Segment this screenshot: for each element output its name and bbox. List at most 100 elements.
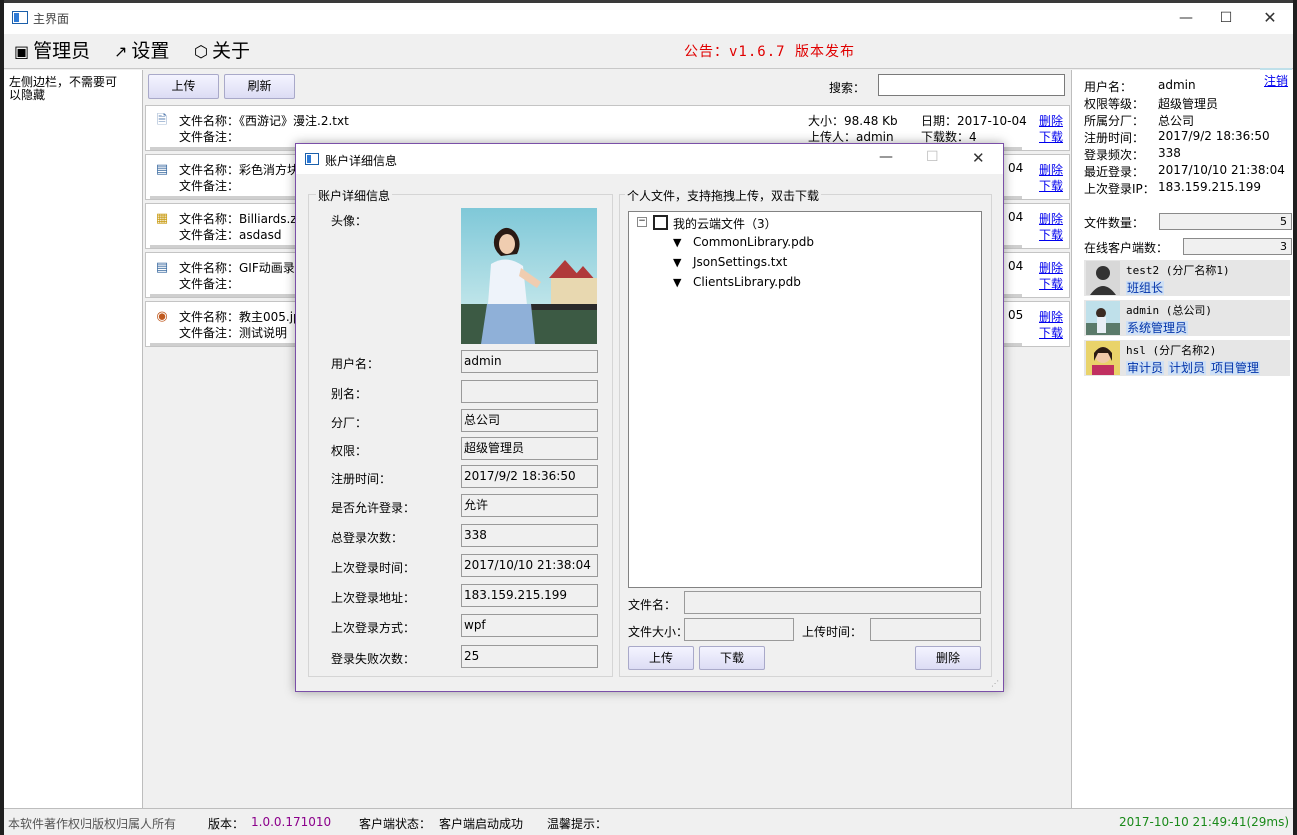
- online-user-card[interactable]: admin (总公司) 系统管理员: [1084, 300, 1290, 336]
- text-file-icon: 🗎: [156, 113, 168, 128]
- account-label: 注册时间：: [1084, 131, 1145, 145]
- role-badge: 班组长: [1126, 281, 1165, 295]
- online-user-card[interactable]: hsl (分厂名称2) 审计员 计划员 项目管理: [1084, 340, 1290, 376]
- file-note: 文件备注：: [179, 179, 240, 193]
- announcement: 公告：v1.6.7 版本发布: [684, 44, 856, 60]
- role-badge: 项目管理: [1210, 361, 1261, 375]
- filename-field[interactable]: [684, 591, 981, 614]
- file-date: 04: [1008, 161, 1024, 175]
- title-bar: 主界面 — ☐ ✕: [4, 0, 1293, 34]
- account-label: 登录频次：: [1084, 148, 1145, 162]
- file-size: 大小：98.48 Kb: [808, 114, 898, 128]
- file-note: 文件备注：asdasd: [179, 228, 282, 242]
- refresh-button[interactable]: 刷新: [224, 74, 295, 99]
- logout-link[interactable]: 注销: [1264, 72, 1288, 89]
- search-input[interactable]: [878, 74, 1065, 96]
- file-note: 文件备注：测试说明: [179, 326, 288, 340]
- account-value: admin: [1158, 78, 1196, 92]
- dialog-upload-button[interactable]: 上传: [628, 646, 694, 670]
- menu-admin[interactable]: ▣ 管理员: [14, 38, 90, 64]
- file-date: 日期：2017-10-04: [921, 114, 1027, 128]
- factory-field[interactable]: 总公司: [461, 409, 598, 432]
- search-label: 搜索：: [829, 81, 866, 95]
- close-button[interactable]: ✕: [1247, 6, 1293, 30]
- field-label: 登录失败次数：: [331, 652, 416, 666]
- download-link[interactable]: 下载: [1039, 226, 1063, 243]
- account-label: 权限等级：: [1084, 97, 1145, 111]
- role-badge: 系统管理员: [1126, 321, 1189, 335]
- avatar-label: 头像：: [331, 214, 368, 228]
- version-value: 1.0.0.171010: [251, 815, 332, 829]
- file-count-label: 文件数量：: [1084, 216, 1145, 230]
- tree-file-item[interactable]: ▼ ClientsLibrary.pdb: [673, 275, 801, 289]
- tree-file-name: ClientsLibrary.pdb: [693, 275, 801, 289]
- filesize-field[interactable]: [684, 618, 794, 641]
- account-label: 上次登录IP：: [1084, 182, 1155, 196]
- tree-file-item[interactable]: ▼ JsonSettings.txt: [673, 255, 787, 269]
- download-link[interactable]: 下载: [1039, 177, 1063, 194]
- dialog-download-button[interactable]: 下载: [699, 646, 765, 670]
- online-user-name: admin (总公司): [1126, 304, 1212, 317]
- upload-button[interactable]: 上传: [148, 74, 219, 99]
- menu-settings[interactable]: ↗ 设置: [114, 38, 169, 64]
- delete-link[interactable]: 删除: [1039, 112, 1063, 129]
- maximize-button[interactable]: ☐: [1203, 6, 1249, 30]
- field-label: 上次登录时间：: [331, 561, 416, 575]
- file-date: 05: [1008, 308, 1024, 322]
- login-count-field[interactable]: 338: [461, 524, 598, 547]
- username-field[interactable]: admin: [461, 350, 598, 373]
- default-avatar-icon: [1086, 261, 1120, 295]
- collapse-toggle-icon[interactable]: −: [637, 217, 647, 227]
- field-label: 上次登录方式：: [331, 621, 416, 635]
- dialog-close-button[interactable]: ✕: [972, 149, 985, 167]
- delete-link[interactable]: 删除: [1039, 210, 1063, 227]
- dialog-delete-button[interactable]: 删除: [915, 646, 981, 670]
- delete-link[interactable]: 删除: [1039, 161, 1063, 178]
- menu-about[interactable]: ⬡ 关于: [194, 38, 250, 64]
- filesize-label: 文件大小：: [628, 625, 689, 639]
- download-link[interactable]: 下载: [1039, 324, 1063, 341]
- tree-root-label[interactable]: 我的云端文件（3）: [673, 215, 777, 232]
- delete-link[interactable]: 删除: [1039, 308, 1063, 325]
- uploadtime-label: 上传时间：: [802, 625, 863, 639]
- file-tree[interactable]: − 我的云端文件（3） ▼ CommonLibrary.pdb ▼ JsonSett…: [628, 211, 982, 588]
- delete-link[interactable]: 删除: [1039, 259, 1063, 276]
- client-status-label: 客户端状态：: [359, 817, 432, 831]
- last-login-method-field[interactable]: wpf: [461, 614, 598, 637]
- file-icon: ▼: [673, 276, 682, 289]
- account-value: 总公司: [1158, 114, 1195, 128]
- resize-grip-icon[interactable]: ⋰: [991, 679, 999, 688]
- account-value: 338: [1158, 146, 1181, 160]
- app-icon: [12, 11, 28, 24]
- permission-field[interactable]: 超级管理员: [461, 437, 598, 460]
- cloud-folder-icon: [653, 215, 668, 230]
- file-name: 文件名称：教主005.jp: [179, 310, 301, 324]
- tree-file-item[interactable]: ▼ CommonLibrary.pdb: [673, 235, 814, 249]
- login-fail-count-field[interactable]: 25: [461, 645, 598, 668]
- menu-about-label: 关于: [211, 40, 250, 62]
- uploadtime-field[interactable]: [870, 618, 981, 641]
- download-link[interactable]: 下载: [1039, 275, 1063, 292]
- file-name: 文件名称：GIF动画录制: [179, 261, 307, 275]
- field-label: 上次登录地址：: [331, 591, 416, 605]
- archive-file-icon: ▦: [155, 211, 169, 226]
- last-login-time-field[interactable]: 2017/10/10 21:38:04: [461, 554, 598, 577]
- status-bar: 本软件著作权归版权归属人所有 版本： 1.0.0.171010 客户端状态： 客…: [4, 808, 1293, 835]
- online-user-card[interactable]: test2 (分厂名称1) 班组长: [1084, 260, 1290, 296]
- account-value: 超级管理员: [1158, 97, 1219, 111]
- dialog-maximize-button[interactable]: ☐: [926, 149, 939, 165]
- file-icon: ▼: [673, 236, 682, 249]
- last-login-address-field[interactable]: 183.159.215.199: [461, 584, 598, 607]
- alias-field[interactable]: [461, 380, 598, 403]
- register-time-field[interactable]: 2017/9/2 18:36:50: [461, 465, 598, 488]
- online-count-label: 在线客户端数：: [1084, 241, 1169, 255]
- status-time: 2017-10-10 21:49:41(29ms): [1119, 815, 1290, 829]
- dialog-minimize-button[interactable]: —: [879, 149, 893, 165]
- file-name: 文件名称：彩色消方块: [179, 163, 300, 177]
- avatar-image[interactable]: [461, 208, 597, 344]
- download-link[interactable]: 下载: [1039, 128, 1063, 145]
- allow-login-field[interactable]: 允许: [461, 494, 598, 517]
- client-status-value: 客户端启动成功: [439, 817, 524, 831]
- version-label: 版本：: [208, 817, 245, 831]
- tips-label: 温馨提示：: [547, 817, 608, 831]
